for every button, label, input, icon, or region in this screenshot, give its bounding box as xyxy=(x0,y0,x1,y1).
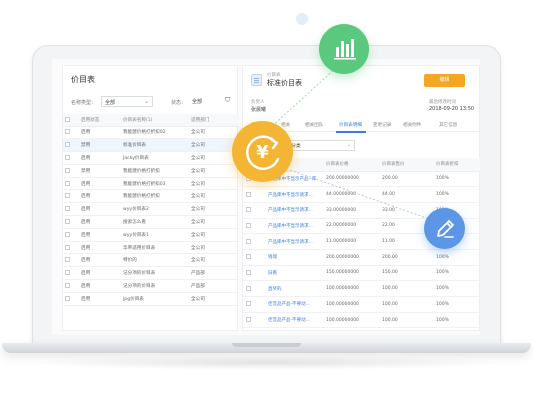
bar-chart-badge xyxy=(319,24,369,74)
bar-chart-icon xyxy=(334,39,356,60)
yen-refresh-icon: ¥ xyxy=(246,135,280,170)
connector-lines xyxy=(269,67,433,221)
yen-symbol: ¥ xyxy=(256,142,269,163)
pencil-icon xyxy=(437,220,454,238)
edit-badge xyxy=(424,208,465,249)
product-showcase: 价目表 名称类型： 全部 ⌄ 状态： 全部 ⛉ 启用状态 价目表名称(1) 适用… xyxy=(0,0,533,402)
price-badge: ¥ xyxy=(232,121,293,182)
